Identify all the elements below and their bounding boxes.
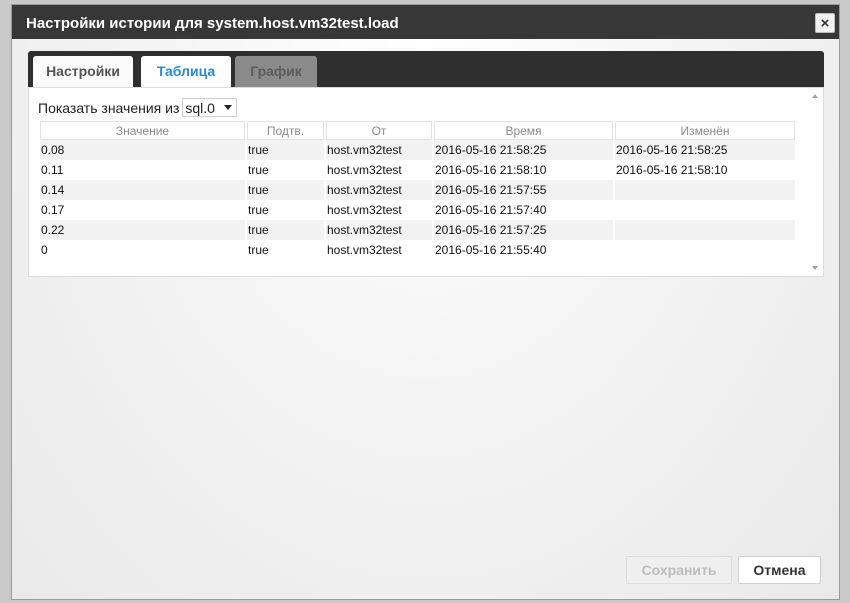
cell-time: 2016-05-16 21:55:40 — [435, 243, 547, 257]
source-row: Показать значения из sql.0 — [38, 98, 237, 117]
tab-table[interactable]: Таблица — [141, 56, 231, 87]
cell-time: 2016-05-16 21:57:55 — [434, 180, 613, 200]
cell-ack: true — [248, 203, 269, 217]
cell-from: host.vm32test — [327, 163, 402, 177]
table-row[interactable]: 0.14 true host.vm32test 2016-05-16 21:57… — [40, 180, 795, 200]
cell-value: 0 — [41, 243, 48, 257]
table-row[interactable]: 0 true host.vm32test 2016-05-16 21:55:40 — [40, 240, 795, 260]
column-header-changed[interactable]: Изменён — [615, 121, 795, 140]
cell-value: 0.14 — [40, 180, 245, 200]
history-table: Значение Подтв. От Время Изменён 0.08 tr… — [38, 121, 797, 260]
history-settings-dialog: Настройки истории для system.host.vm32te… — [11, 4, 840, 600]
cell-changed: 2016-05-16 21:58:25 — [615, 140, 795, 160]
cell-changed — [615, 180, 795, 200]
cell-time: 2016-05-16 21:57:25 — [434, 220, 613, 240]
tab-settings[interactable]: Настройки — [33, 56, 133, 87]
cell-ack: true — [247, 220, 324, 240]
tab-bar: Настройки Таблица График — [28, 51, 824, 87]
column-header-ack[interactable]: Подтв. — [247, 121, 324, 140]
tab-chart[interactable]: График — [235, 56, 317, 87]
table-row[interactable]: 0.22 true host.vm32test 2016-05-16 21:57… — [40, 220, 795, 240]
table-scrollbar[interactable] — [809, 88, 823, 276]
cell-changed — [615, 220, 795, 240]
cell-from: host.vm32test — [326, 180, 432, 200]
column-header-value[interactable]: Значение — [40, 121, 245, 140]
cell-value: 0.11 — [41, 163, 64, 177]
cell-time: 2016-05-16 21:58:25 — [434, 140, 613, 160]
column-header-from[interactable]: От — [326, 121, 432, 140]
cell-from: host.vm32test — [326, 140, 432, 160]
cell-from: host.vm32test — [327, 203, 402, 217]
cell-from: host.vm32test — [326, 220, 432, 240]
cell-changed — [615, 200, 795, 220]
scroll-down-icon[interactable] — [812, 266, 818, 270]
table-row[interactable]: 0.11 true host.vm32test 2016-05-16 21:58… — [40, 160, 795, 180]
table-panel: Показать значения из sql.0 Значение Подт… — [28, 87, 824, 277]
source-select[interactable]: sql.0 — [182, 98, 237, 117]
cell-value: 0.22 — [40, 220, 245, 240]
source-label: Показать значения из — [38, 99, 180, 116]
cancel-button[interactable]: Отмена — [738, 556, 821, 584]
cell-changed — [615, 240, 795, 260]
cell-ack: true — [248, 163, 269, 177]
cell-value: 0.17 — [41, 203, 65, 217]
cell-from: host.vm32test — [327, 243, 402, 257]
close-button[interactable]: × — [815, 13, 835, 33]
cell-value: 0.08 — [40, 140, 245, 160]
cell-ack: true — [247, 140, 324, 160]
cell-ack: true — [248, 243, 269, 257]
table-row[interactable]: 0.08 true host.vm32test 2016-05-16 21:58… — [40, 140, 795, 160]
save-button[interactable]: Сохранить — [626, 556, 732, 584]
dialog-titlebar[interactable]: Настройки истории для system.host.vm32te… — [12, 5, 839, 39]
source-selected-value: sql.0 — [185, 99, 215, 116]
table-row[interactable]: 0.17 true host.vm32test 2016-05-16 21:57… — [40, 200, 795, 220]
cell-time: 2016-05-16 21:57:40 — [435, 203, 547, 217]
cell-changed: 2016-05-16 21:58:10 — [616, 163, 728, 177]
column-header-time[interactable]: Время — [434, 121, 613, 140]
cell-time: 2016-05-16 21:58:10 — [435, 163, 547, 177]
caret-down-icon — [223, 105, 232, 110]
dialog-title: Настройки истории для system.host.vm32te… — [26, 15, 399, 32]
scroll-up-icon[interactable] — [812, 94, 818, 98]
cell-ack: true — [247, 180, 324, 200]
close-icon: × — [820, 15, 830, 32]
